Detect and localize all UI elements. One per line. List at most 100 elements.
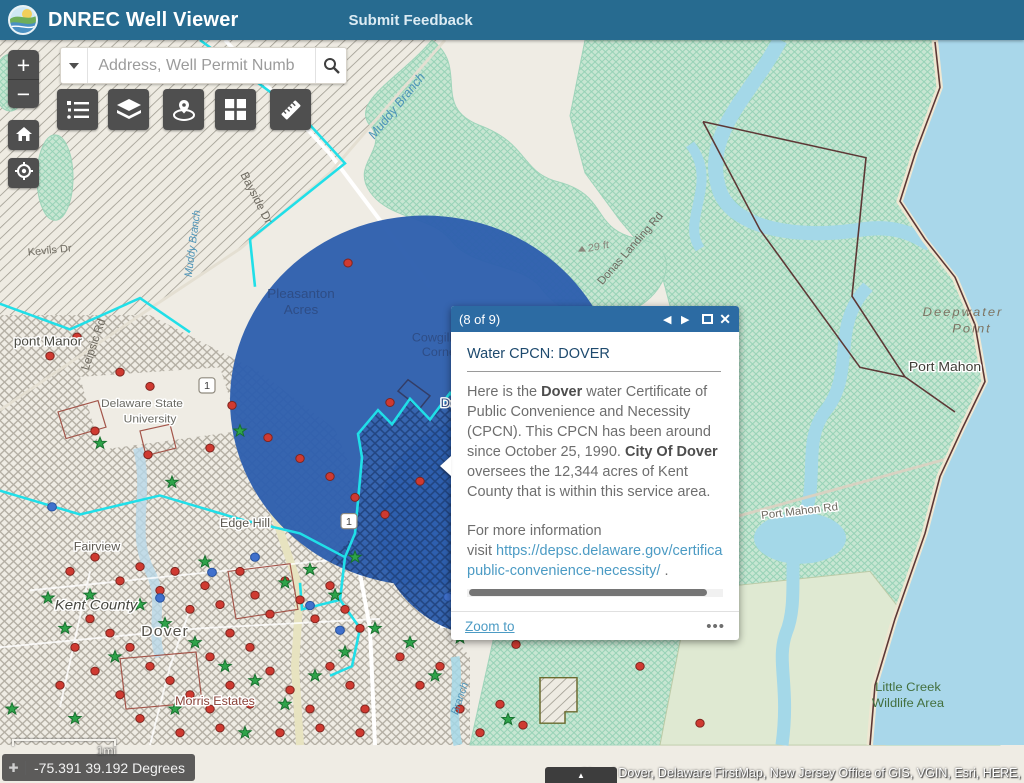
well-marker[interactable]	[91, 427, 99, 435]
locate-button[interactable]	[8, 158, 39, 188]
legend-button[interactable]	[57, 89, 98, 130]
well-marker[interactable]	[106, 629, 114, 637]
well-marker[interactable]	[171, 567, 179, 575]
well-marker[interactable]	[136, 563, 144, 571]
well-marker[interactable]	[476, 729, 484, 737]
well-marker[interactable]	[71, 643, 79, 651]
well-marker[interactable]	[356, 729, 364, 737]
well-marker[interactable]	[341, 605, 349, 613]
search-source-dropdown[interactable]	[61, 48, 88, 83]
blue-point-marker[interactable]	[336, 626, 345, 634]
zoom-in-button[interactable]: +	[8, 50, 39, 79]
well-marker[interactable]	[326, 582, 334, 590]
well-marker[interactable]	[519, 721, 527, 729]
popup-more-actions-button[interactable]: •••	[706, 618, 725, 635]
well-marker[interactable]	[116, 691, 124, 699]
well-marker[interactable]	[311, 615, 319, 623]
well-marker[interactable]	[351, 493, 359, 501]
wells-button[interactable]	[163, 89, 204, 130]
well-marker[interactable]	[226, 681, 234, 689]
well-marker[interactable]	[512, 640, 520, 648]
well-marker[interactable]	[206, 653, 214, 661]
zoom-out-button[interactable]: −	[8, 79, 39, 108]
basemap-button[interactable]	[215, 89, 256, 130]
cpcn-link-continued[interactable]: public-convenience-necessity/	[467, 563, 660, 579]
well-marker[interactable]	[91, 667, 99, 675]
well-marker[interactable]	[46, 352, 54, 360]
popup-close-button[interactable]: ✕	[719, 311, 731, 328]
well-marker[interactable]	[166, 677, 174, 685]
well-marker[interactable]	[306, 705, 314, 713]
well-marker[interactable]	[236, 567, 244, 575]
well-marker[interactable]	[416, 477, 424, 485]
well-marker[interactable]	[246, 643, 254, 651]
well-marker[interactable]	[346, 681, 354, 689]
well-marker[interactable]	[636, 662, 644, 670]
well-marker[interactable]	[186, 605, 194, 613]
well-marker[interactable]	[386, 398, 394, 406]
cpcn-link[interactable]: https://depsc.delaware.gov/certifica	[496, 543, 722, 559]
well-marker[interactable]	[296, 454, 304, 462]
well-marker[interactable]	[344, 259, 352, 267]
well-marker[interactable]	[206, 444, 214, 452]
home-button[interactable]	[8, 120, 39, 150]
well-marker[interactable]	[286, 686, 294, 694]
well-marker[interactable]	[146, 662, 154, 670]
well-marker[interactable]	[216, 724, 224, 732]
popup-next-button[interactable]: ▶	[676, 313, 694, 326]
measure-button[interactable]	[270, 89, 311, 130]
submit-feedback-link[interactable]: Submit Feedback	[349, 12, 473, 29]
well-marker[interactable]	[496, 700, 504, 708]
well-marker[interactable]	[56, 681, 64, 689]
well-marker[interactable]	[116, 368, 124, 376]
well-marker[interactable]	[228, 401, 236, 409]
well-marker[interactable]	[116, 577, 124, 585]
attribution-expand-button[interactable]: ▲	[545, 767, 617, 783]
well-marker[interactable]	[696, 719, 704, 727]
well-marker[interactable]	[381, 510, 389, 518]
well-marker[interactable]	[436, 662, 444, 670]
well-marker[interactable]	[326, 662, 334, 670]
well-marker[interactable]	[361, 705, 369, 713]
map-label: Cowgill	[412, 331, 452, 345]
well-marker[interactable]	[396, 653, 404, 661]
well-marker[interactable]	[136, 714, 144, 722]
popup-maximize-button[interactable]	[702, 314, 713, 324]
well-marker[interactable]	[296, 596, 304, 604]
blue-point-marker[interactable]	[251, 553, 260, 561]
well-marker[interactable]	[216, 601, 224, 609]
well-marker[interactable]	[316, 724, 324, 732]
well-marker[interactable]	[146, 382, 154, 390]
well-marker[interactable]	[266, 667, 274, 675]
blue-point-marker[interactable]	[48, 503, 57, 511]
blue-point-marker[interactable]	[208, 568, 217, 576]
blue-point-marker[interactable]	[306, 601, 315, 609]
crosshair-icon[interactable]: ✚	[2, 761, 26, 775]
well-marker[interactable]	[226, 629, 234, 637]
layers-button[interactable]	[108, 89, 149, 130]
well-marker[interactable]	[86, 615, 94, 623]
search-button[interactable]	[315, 48, 346, 83]
map-label: pont Manor	[14, 334, 83, 349]
well-marker[interactable]	[266, 610, 274, 618]
well-marker[interactable]	[156, 586, 164, 594]
scrollbar-thumb[interactable]	[469, 589, 707, 596]
well-marker[interactable]	[91, 553, 99, 561]
well-marker[interactable]	[144, 451, 152, 459]
app-header: DNREC Well Viewer Submit Feedback	[0, 0, 1024, 40]
well-marker[interactable]	[416, 681, 424, 689]
blue-point-marker[interactable]	[156, 594, 165, 602]
zoom-to-link[interactable]: Zoom to	[465, 619, 706, 634]
well-marker[interactable]	[201, 582, 209, 590]
well-marker[interactable]	[326, 473, 334, 481]
well-marker[interactable]	[126, 643, 134, 651]
search-input[interactable]	[88, 48, 315, 83]
well-marker[interactable]	[276, 729, 284, 737]
well-marker[interactable]	[356, 624, 364, 632]
well-marker[interactable]	[264, 434, 272, 442]
popup-prev-button[interactable]: ◀	[658, 313, 676, 326]
well-marker[interactable]	[66, 567, 74, 575]
popup-pager: (8 of 9)	[459, 312, 658, 327]
well-marker[interactable]	[251, 591, 259, 599]
well-marker[interactable]	[176, 729, 184, 737]
